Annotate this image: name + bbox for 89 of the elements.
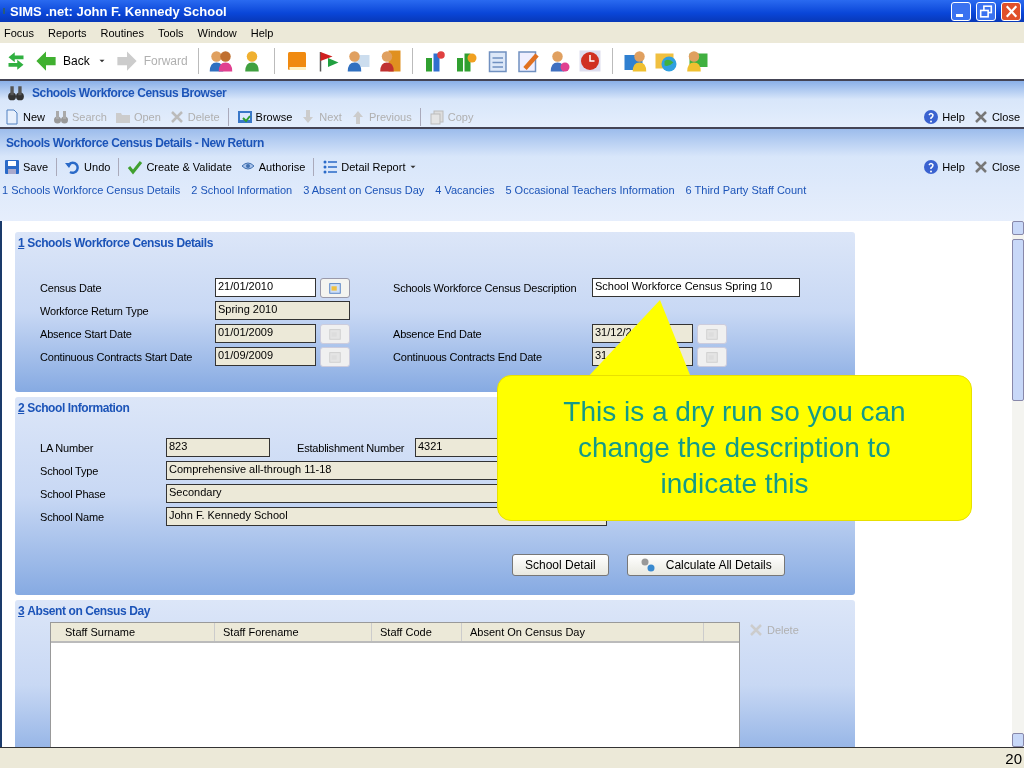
binoculars-icon — [6, 84, 26, 102]
menu-item[interactable]: Routines — [100, 26, 144, 39]
text-field[interactable]: 823 — [166, 438, 270, 457]
field-label: Schools Workforce Census Description — [393, 281, 578, 294]
field-label: School Name — [40, 510, 105, 523]
close-button[interactable]: Close — [972, 109, 1020, 125]
undo-icon — [65, 159, 82, 175]
menu-item[interactable]: Window — [197, 26, 237, 39]
field-label: Absence Start Date — [40, 327, 133, 340]
field-label: Continuous Contracts End Date — [393, 350, 543, 363]
scroll-down-button[interactable] — [1012, 733, 1024, 747]
help-icon[interactable] — [923, 159, 940, 175]
field-label: School Phase — [40, 487, 107, 500]
field-label: Census Date — [40, 281, 103, 294]
browse-icon — [236, 109, 253, 125]
swap-arrows-icon[interactable] — [6, 51, 26, 71]
section-heading: 1 Schools Workforce Census Details — [17, 235, 214, 252]
restore-button[interactable] — [976, 1, 996, 21]
section-link[interactable]: 3 Absent on Census Day — [303, 184, 425, 196]
toolbar-button[interactable]: Save — [4, 159, 49, 175]
tick-icon — [127, 159, 144, 175]
column-header[interactable]: Staff Forename — [215, 623, 372, 641]
clock-icon[interactable] — [577, 49, 602, 73]
page-number: 20 — [1005, 749, 1022, 767]
close-icon[interactable] — [972, 109, 989, 125]
toolbar-button[interactable]: Authorise — [239, 159, 306, 175]
section-link[interactable]: 4 Vacancies — [435, 184, 495, 196]
menu-item[interactable]: Tools — [157, 26, 184, 39]
close-icon[interactable] — [972, 159, 989, 175]
people-icon[interactable] — [208, 49, 233, 73]
toolbar-button[interactable]: Undo — [65, 159, 111, 175]
field-label: LA Number — [40, 441, 95, 454]
text-field[interactable]: 01/01/2009 — [215, 324, 316, 343]
help-icon[interactable] — [923, 109, 940, 125]
field-label: Absence End Date — [393, 327, 483, 340]
date-picker-button[interactable] — [320, 277, 350, 298]
calendar-icon — [328, 280, 342, 295]
field-label: School Type — [40, 464, 100, 477]
back-button[interactable]: Back — [33, 50, 90, 72]
section-link[interactable]: 1 Schools Workforce Census Details — [2, 184, 181, 196]
column-header[interactable]: Staff Code — [372, 623, 462, 641]
field-label: Continuous Contracts Start Date — [40, 350, 194, 363]
calendar-icon — [705, 349, 719, 364]
field-label: Establishment Number — [297, 441, 406, 454]
text-field[interactable]: 21/01/2010 — [215, 278, 316, 297]
close-button[interactable]: Close — [972, 159, 1020, 175]
restore-icon — [977, 2, 995, 20]
action-button[interactable]: Calculate All Details — [626, 554, 785, 576]
column-header[interactable]: Absent On Census Day — [462, 623, 704, 641]
toolbar-button[interactable]: Detail Report — [322, 159, 419, 175]
toolbar-button[interactable]: Browse — [236, 109, 293, 125]
field-label: Workforce Return Type — [40, 304, 150, 317]
help-button[interactable]: Help — [923, 159, 965, 175]
window-title: SIMS .net: John F. Kennedy School — [10, 3, 228, 19]
cross-icon — [168, 109, 185, 125]
save-icon — [4, 159, 20, 175]
section-heading: 3 Absent on Census Day — [17, 603, 152, 620]
list-icon — [322, 159, 339, 175]
pencil-icon[interactable] — [515, 49, 540, 73]
section-link[interactable]: 6 Third Party Staff Count — [685, 184, 807, 196]
panel-title: Schools Workforce Census Details - New Return — [6, 136, 264, 150]
close-button[interactable] — [1001, 1, 1021, 21]
scroll-up-button[interactable] — [1012, 221, 1024, 235]
help-button[interactable]: Help — [923, 109, 965, 125]
calendar-icon — [328, 349, 342, 364]
menu-item[interactable]: Reports — [47, 26, 87, 39]
panel-title: Schools Workforce Census Browser — [32, 86, 227, 100]
section-link[interactable]: 2 School Information — [191, 184, 293, 196]
copy-icon — [428, 109, 445, 125]
toolbar-button[interactable]: Create & Validate — [127, 159, 232, 175]
section-heading: 2 School Information — [17, 400, 131, 417]
minimize-icon — [956, 13, 963, 17]
menu-item[interactable]: Focus — [4, 26, 34, 39]
calendar-icon — [328, 326, 342, 341]
menu-item[interactable]: Help — [250, 26, 274, 39]
action-button[interactable]: School Detail — [512, 554, 609, 576]
column-header[interactable]: Staff Surname — [57, 623, 215, 641]
calendar-icon — [705, 326, 719, 341]
section-link[interactable]: 5 Occasional Teachers Information — [505, 184, 675, 196]
text-field[interactable]: 01/09/2009 — [215, 347, 316, 366]
text-field[interactable]: School Workforce Census Spring 10 — [592, 278, 800, 297]
binoculars-icon — [53, 109, 69, 125]
document-icon — [4, 109, 20, 125]
cross-icon — [748, 622, 764, 638]
toolbar-button[interactable]: New — [4, 109, 45, 125]
gears-icon — [639, 557, 656, 573]
scrollbar[interactable] — [1012, 221, 1024, 747]
minimize-button[interactable] — [951, 1, 971, 21]
text-field[interactable]: Spring 2010 — [215, 301, 350, 320]
